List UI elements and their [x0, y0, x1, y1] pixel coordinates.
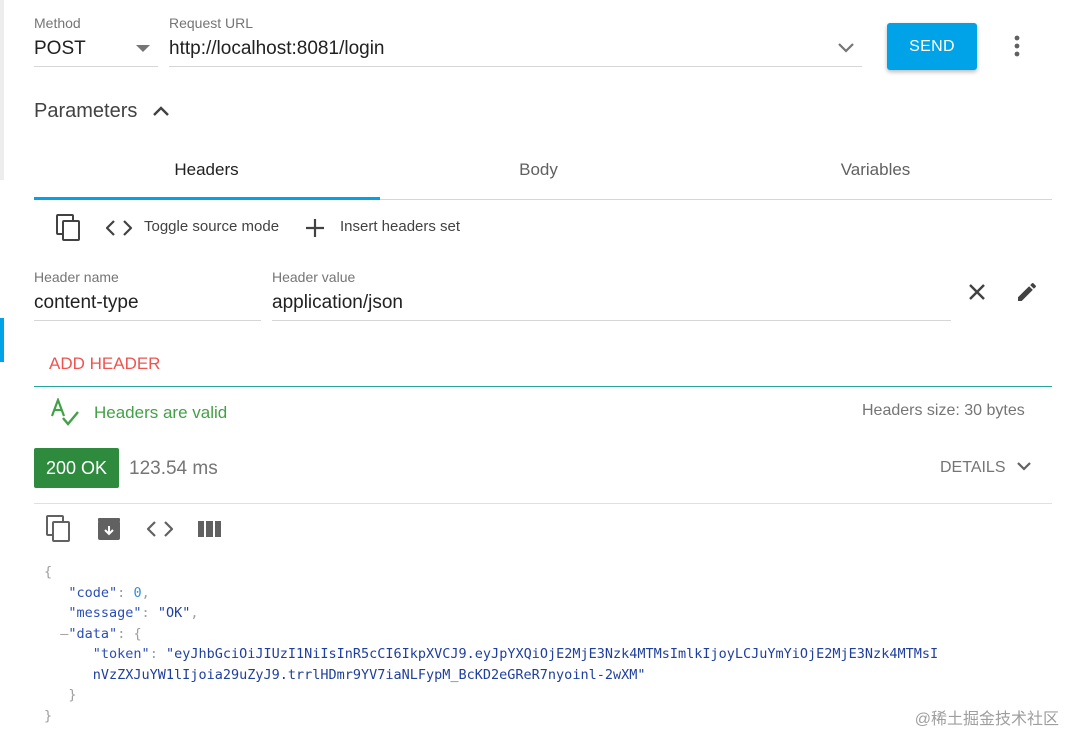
headers-size-text: Headers size: 30 bytes: [862, 402, 1025, 419]
json-line: nVzZXJuYW1lIjoia29uZyJ9.trrlHDmr9YV7iaNL…: [44, 665, 938, 686]
json-key-message: "message": [68, 605, 142, 621]
parameters-title: Parameters: [34, 100, 138, 122]
headers-valid-message: Headers are valid: [94, 403, 228, 422]
toggle-source-mode-button[interactable]: Toggle source mode: [144, 218, 279, 235]
json-line: }: [44, 707, 53, 724]
json-value-code: 0: [133, 584, 142, 601]
json-value-token-line2: nVzZXJuYW1lIjoia29uZyJ9.trrlHDmr9YV7iaNL…: [92, 666, 646, 683]
header-name-label: Header name: [34, 269, 119, 285]
insert-headers-set-button[interactable]: Insert headers set: [340, 218, 460, 235]
header-value-input[interactable]: application/json: [272, 290, 951, 321]
response-copy-icon[interactable]: [46, 515, 72, 543]
json-line: –"data": {: [60, 625, 142, 642]
details-chevron-icon: [1016, 459, 1032, 477]
tab-active-indicator: [34, 197, 380, 200]
add-header-button[interactable]: ADD HEADER: [49, 354, 160, 374]
tab-body[interactable]: Body: [366, 160, 711, 180]
response-time: 123.54 ms: [129, 458, 218, 479]
url-value: http://localhost:8081/login: [169, 38, 385, 59]
watermark: @稀土掘金技术社区: [914, 711, 1059, 728]
response-code-icon[interactable]: [147, 520, 173, 538]
chevron-up-icon[interactable]: [152, 104, 170, 118]
details-button[interactable]: DETAILS: [940, 459, 1032, 477]
method-value: POST: [34, 38, 86, 59]
json-value-token-line1: "eyJhbGciOiJIUzI1NiIsInR5cCI6IkpXVCJ9.ey…: [165, 646, 939, 662]
url-input[interactable]: http://localhost:8081/login: [169, 36, 862, 67]
add-header-divider: [34, 386, 1052, 387]
more-vert-icon[interactable]: [1013, 34, 1021, 58]
header-name-value: content-type: [34, 292, 139, 313]
close-icon[interactable]: [968, 283, 986, 301]
header-value-label: Header value: [272, 269, 356, 285]
archive-icon[interactable]: [97, 517, 121, 541]
json-line: "code": 0,: [68, 584, 150, 601]
details-label: DETAILS: [940, 459, 1006, 477]
copy-icon[interactable]: [56, 214, 82, 242]
header-name-input[interactable]: content-type: [34, 290, 261, 321]
response-divider: [34, 503, 1052, 504]
left-edge-strip: [0, 0, 4, 180]
left-edge-indicator: [0, 318, 4, 362]
tab-variables[interactable]: Variables: [703, 160, 1048, 180]
method-label: Method: [34, 15, 81, 31]
json-key-data: "data": [68, 625, 118, 642]
send-button[interactable]: SEND: [887, 23, 977, 70]
json-line: "message": "OK",: [68, 605, 199, 621]
response-json-viewer: { "code": 0, "message": "OK", –"data": {…: [44, 562, 938, 726]
edit-icon[interactable]: [1015, 280, 1039, 304]
json-value-message: "OK": [157, 605, 191, 621]
spellcheck-icon: [50, 398, 80, 428]
chevron-down-icon[interactable]: [837, 42, 855, 54]
dropdown-arrow-icon: [136, 45, 150, 53]
url-label: Request URL: [169, 15, 254, 31]
json-key-code: "code": [68, 584, 118, 601]
code-icon[interactable]: [106, 219, 132, 237]
tab-headers[interactable]: Headers: [34, 160, 379, 180]
json-key-token: "token": [92, 646, 150, 662]
header-value-value: application/json: [272, 292, 403, 313]
status-badge: 200 OK: [34, 448, 119, 488]
json-line: {: [44, 564, 53, 580]
columns-icon[interactable]: [198, 520, 222, 538]
json-line: }: [68, 687, 77, 703]
add-icon[interactable]: [305, 218, 325, 238]
method-select[interactable]: POST: [34, 36, 158, 67]
json-line: "token": "eyJhbGciOiJIUzI1NiIsInR5cCI6Ik…: [92, 646, 939, 662]
